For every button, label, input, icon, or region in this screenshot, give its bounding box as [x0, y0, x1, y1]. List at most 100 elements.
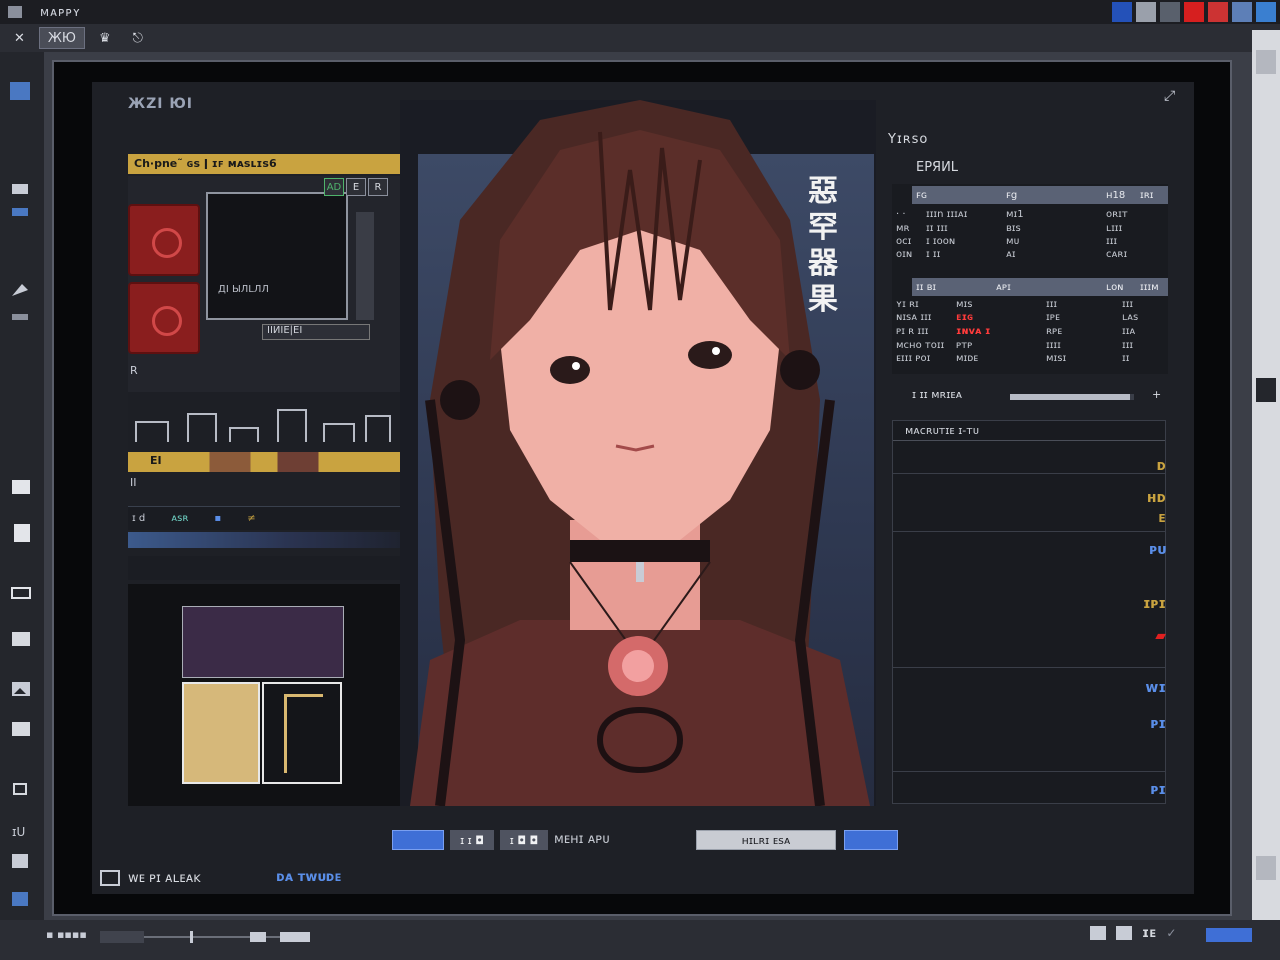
action-button-4[interactable]: ʜɪʟʀɪ ᴇꜱᴀ: [696, 830, 836, 850]
t2r2c1: ɴɪꜱᴀ ɪɪɪ: [896, 312, 932, 323]
progress-track[interactable]: [1010, 394, 1134, 400]
log-panel[interactable]: ᴍᴀᴄʀᴜᴛɪᴇ ɪ-ᴛᴜ: [892, 420, 1166, 804]
transform-tool-icon[interactable]: [8, 778, 36, 800]
t2r2c3: ɪᴘᴇ: [1046, 312, 1060, 323]
log-icon-6[interactable]: ▰: [1136, 628, 1166, 644]
log-icon-9[interactable]: ᴘɪ: [1136, 782, 1166, 798]
zoom-tool-icon[interactable]: [8, 850, 36, 872]
frame-tool-icon[interactable]: [8, 628, 36, 650]
timeline-label-4: ≠: [247, 513, 256, 524]
log-icon-8[interactable]: ᴘɪ: [1136, 716, 1166, 732]
table-row[interactable]: ᴍᴄʜᴏ ᴛᴏɪɪ ᴘᴛᴘ ɪɪɪɪ ɪɪɪ: [892, 339, 1168, 352]
mode-button-r[interactable]: R: [368, 178, 388, 196]
right-scroll-rail[interactable]: [1252, 30, 1280, 930]
log-icon-2[interactable]: ʜᴅ: [1136, 490, 1166, 506]
timeline-mini-label: II: [130, 476, 137, 489]
table-row[interactable]: · · ɪɪɪn ɪɪɪᴀɪ ᴍɪ1 ᴏʀɪᴛ: [892, 208, 1168, 221]
action-button-3[interactable]: ɪ ◘ ◘: [500, 830, 548, 850]
table-row[interactable]: ᴍʀ ɪɪ ɪɪɪ ʙɪꜱ ʟɪɪɪ: [892, 222, 1168, 235]
t1r3c4: ɪɪɪ: [1106, 236, 1118, 247]
log-icon-5[interactable]: ɪᴘɪ: [1136, 596, 1166, 612]
t1r4c1: ᴏɪɴ: [896, 249, 913, 260]
t1r1c2: ɪɪɪn ɪɪɪᴀɪ: [926, 209, 968, 220]
timeline-gold-bar[interactable]: EI: [128, 452, 400, 472]
character-portrait[interactable]: 惡 罕 器 果: [400, 100, 876, 806]
confirm-button[interactable]: [844, 830, 898, 850]
sprite-preview[interactable]: [206, 192, 348, 320]
eraser-tool-icon[interactable]: [8, 306, 36, 328]
expand-icon[interactable]: ⤢: [1164, 88, 1186, 104]
status-action-button[interactable]: [1206, 928, 1252, 942]
film-tool-icon[interactable]: [8, 718, 36, 740]
table-row[interactable]: ɴɪꜱᴀ ɪɪɪ ᴇɪɢ ɪᴘᴇ ʟᴀꜱ: [892, 311, 1168, 324]
primary-action-button[interactable]: [392, 830, 444, 850]
mode-button-e[interactable]: E: [346, 178, 366, 196]
tab-character[interactable]: ♛: [91, 27, 119, 49]
window-icon[interactable]: [1136, 2, 1156, 22]
flag-icon[interactable]: [1208, 2, 1228, 22]
log-icon-3[interactable]: ᴇ: [1136, 510, 1166, 526]
page-icon[interactable]: [1090, 926, 1106, 940]
brush-tool-icon[interactable]: [8, 280, 36, 302]
t2r3c1: ᴘɪ ʀ ɪɪɪ: [896, 326, 929, 337]
crop-tool-icon[interactable]: [8, 582, 36, 604]
footer-link[interactable]: ᴅᴀ ᴛᴡᴜᴅᴇ: [276, 870, 342, 885]
folder-icon[interactable]: [1116, 926, 1132, 940]
tab-export[interactable]: ⎋: [125, 27, 151, 49]
thumbnail-strip[interactable]: [182, 606, 344, 678]
red-app-icon[interactable]: [1184, 2, 1204, 22]
audio-waveform[interactable]: [128, 392, 400, 450]
t1r1c4: ᴏʀɪᴛ: [1106, 209, 1128, 220]
bucket-tool-icon[interactable]: [8, 522, 36, 544]
settings-icon[interactable]: [1256, 2, 1276, 22]
sprite-panel-header[interactable]: Ch·pne˜ ɢꜱ ǀ ɪꜰ ᴍᴀꜱʟɪꜱ6: [128, 154, 400, 174]
log-icon-7[interactable]: ᴡɪ: [1136, 680, 1166, 696]
close-tab-icon[interactable]: ✕: [6, 27, 33, 49]
table-row[interactable]: ᴏɪɴ ɪ ɪɪ ᴀɪ ᴄᴀʀɪ: [892, 248, 1168, 261]
footer-checkbox[interactable]: [100, 870, 120, 886]
table-row[interactable]: ᴘɪ ʀ ɪɪɪ ɪɴᴠᴀ ɪ ʀᴘᴇ ɪɪᴀ: [892, 325, 1168, 338]
t2r4c3: ɪɪɪɪ: [1046, 340, 1061, 351]
log-divider: [893, 473, 1165, 474]
app-icon: [8, 6, 22, 18]
table-row[interactable]: ʏɪ ʀɪ ᴍɪꜱ ɪɪɪ ɪɪɪ: [892, 298, 1168, 311]
rail-handle-bottom[interactable]: [1256, 856, 1276, 880]
scale-row[interactable]: [128, 556, 400, 580]
sprite-scrollbar[interactable]: [356, 212, 374, 320]
sprite-slot-2[interactable]: [128, 282, 200, 354]
move-tool-icon[interactable]: [8, 202, 36, 224]
thumbnail-b[interactable]: [262, 682, 342, 784]
select-tool-icon[interactable]: [8, 180, 36, 202]
stamp-tool-icon[interactable]: [8, 476, 36, 498]
table1-col-1: ꜰɢ: [916, 189, 928, 201]
portrait-figure: [410, 100, 870, 806]
rail-handle-mid[interactable]: [1256, 378, 1276, 402]
display-icon[interactable]: [1160, 2, 1180, 22]
thumbnail-a[interactable]: [182, 682, 260, 784]
log-icon-4[interactable]: ᴘᴜ: [1136, 542, 1166, 558]
action-button-2[interactable]: ɪ ɪ ◘: [450, 830, 494, 850]
gold-bar-label: EI: [150, 454, 162, 467]
text-tool-icon[interactable]: ɪU: [8, 820, 36, 842]
timeline[interactable]: ɪ d ᴀꜱʀ ▪ ≠: [128, 506, 400, 530]
window-controls: [1112, 2, 1276, 22]
layers-tool-icon[interactable]: [8, 80, 36, 102]
monitor-icon[interactable]: [1232, 2, 1252, 22]
hand-tool-icon[interactable]: [8, 888, 36, 910]
image-tool-icon[interactable]: [8, 678, 36, 700]
timeline-label-3: ▪: [214, 513, 222, 524]
zoom-slider[interactable]: [100, 930, 310, 944]
check-icon[interactable]: ✓: [1166, 926, 1176, 940]
mode-button-ad[interactable]: AD: [324, 178, 344, 196]
table-row[interactable]: ᴇɪɪɪ ᴘᴏɪ ᴍɪᴅᴇ ᴍɪꜱɪ ɪɪ: [892, 352, 1168, 365]
rail-handle-top[interactable]: [1256, 50, 1276, 74]
log-icon-1[interactable]: ᴅ: [1136, 458, 1166, 474]
table1-col-2: ꜰg: [1006, 189, 1018, 201]
properties-subtitle: ЕРЯИL: [916, 160, 959, 175]
track-bar[interactable]: [128, 532, 400, 548]
table-row[interactable]: ᴏᴄɪ ɪ ɪᴏᴏɴ ᴍᴜ ɪɪɪ: [892, 235, 1168, 248]
sprite-slot-1[interactable]: [128, 204, 200, 276]
add-icon[interactable]: +: [1152, 388, 1161, 401]
network-icon[interactable]: [1112, 2, 1132, 22]
tab-main[interactable]: ЖЮ: [38, 27, 85, 49]
